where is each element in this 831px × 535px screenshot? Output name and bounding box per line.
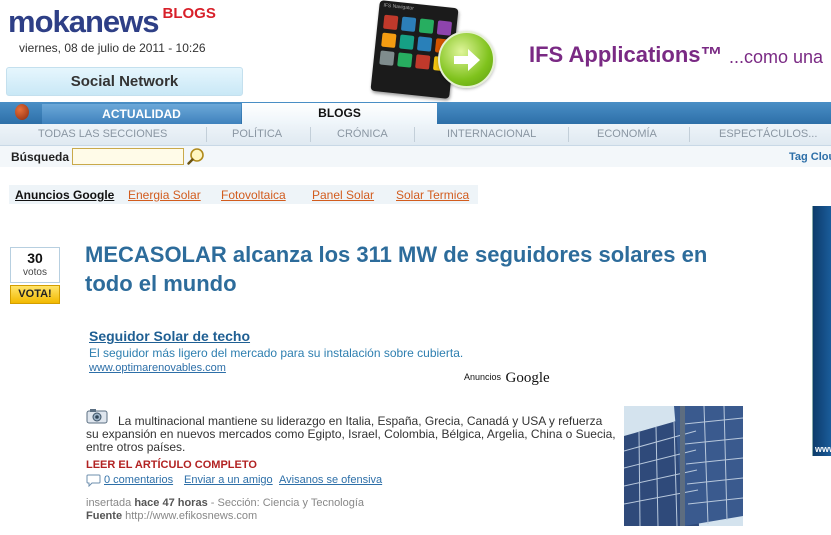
- read-more-link[interactable]: LEER EL ARTÍCULO COMPLETO: [86, 459, 257, 471]
- social-network-button[interactable]: Social Network: [6, 67, 243, 96]
- search-icon[interactable]: [187, 147, 205, 165]
- section-politica[interactable]: POLÍTICA: [232, 128, 282, 140]
- google-link-solar-termica[interactable]: Solar Termica: [396, 188, 469, 202]
- vote-button[interactable]: VOTA!: [10, 285, 60, 304]
- section-divider: [206, 127, 207, 142]
- section-espectaculos[interactable]: ESPECTÁCULOS...: [719, 128, 817, 140]
- tag-cloud-link[interactable]: Tag Clou: [789, 151, 831, 163]
- section-divider: [414, 127, 415, 142]
- google-ads-label-big: Google: [505, 370, 550, 386]
- search-input[interactable]: [72, 148, 184, 165]
- tab-blogs[interactable]: BLOGS: [242, 103, 437, 124]
- google-link-panel-solar[interactable]: Panel Solar: [312, 188, 374, 202]
- google-ads-label[interactable]: Anuncios Google: [464, 369, 550, 387]
- meta-inserted-label: insertada: [86, 497, 132, 509]
- google-ad-title[interactable]: Seguidor Solar de techo: [89, 328, 250, 344]
- google-ads-label-small: Anuncios: [464, 372, 502, 382]
- logo-wordmark: mokanews: [8, 4, 160, 39]
- meta-source-url[interactable]: http://www.efikosnews.com: [125, 510, 257, 522]
- section-internacional[interactable]: INTERNACIONAL: [447, 128, 536, 140]
- arrow-right-icon[interactable]: [438, 31, 495, 88]
- tab-actualidad[interactable]: ACTUALIDAD: [42, 104, 241, 124]
- meta-source-label: Fuente: [86, 510, 123, 522]
- side-ad-text: www: [815, 444, 831, 454]
- page: mokanews BLOGS viernes, 08 de julio de 20…: [0, 0, 831, 535]
- article-source: Fuente http://www.efikosnews.com: [86, 510, 257, 522]
- google-ad-description: El seguidor más ligero del mercado para …: [89, 346, 464, 360]
- google-link-energia-solar[interactable]: Energia Solar: [128, 188, 201, 202]
- comment-icon[interactable]: [86, 474, 101, 487]
- ad-title: IFS Applications™: [529, 42, 723, 67]
- report-offensive-link[interactable]: Avisanos se ofensiva: [279, 474, 382, 486]
- section-economia[interactable]: ECONOMÍA: [597, 128, 657, 140]
- logo-blogs-label: BLOGS: [162, 5, 216, 22]
- solar-panel-image[interactable]: [624, 406, 743, 526]
- ad-tagline: ...como una: [729, 47, 824, 67]
- search-label: Búsqueda: [11, 150, 70, 164]
- home-ball-icon[interactable]: [15, 104, 29, 120]
- article-headline[interactable]: MECASOLAR alcanza los 311 MW de seguidor…: [85, 240, 745, 298]
- comments-link[interactable]: 0 comentarios: [104, 474, 173, 486]
- article-meta: insertada hace 47 horas - Sección: Cienc…: [86, 497, 364, 509]
- vote-label: votos: [23, 267, 47, 278]
- current-date: viernes, 08 de julio de 2011 - 10:26: [19, 41, 206, 55]
- banner-ad[interactable]: IFS Navigator IFS Applications™ ...como …: [365, 0, 831, 99]
- section-todas[interactable]: TODAS LAS SECCIONES: [38, 128, 167, 140]
- section-divider: [568, 127, 569, 142]
- vote-count: 30: [27, 250, 43, 266]
- site-logo[interactable]: mokanews BLOGS: [8, 4, 216, 39]
- send-to-friend-link[interactable]: Enviar a un amigo: [184, 474, 273, 486]
- section-divider: [689, 127, 690, 142]
- meta-inserted-time: hace 47 horas: [134, 497, 208, 509]
- vote-counter: 30 votos: [10, 247, 60, 283]
- article-summary: La multinacional mantiene su liderazgo e…: [86, 414, 616, 454]
- google-ad-url[interactable]: www.optimarenovables.com: [89, 362, 226, 374]
- google-link-fotovoltaica[interactable]: Fotovoltaica: [221, 188, 286, 202]
- google-links-title[interactable]: Anuncios Google: [15, 188, 114, 202]
- section-cronica[interactable]: CRÓNICA: [337, 128, 388, 140]
- meta-section: - Sección: Ciencia y Tecnología: [210, 497, 365, 509]
- side-ad[interactable]: www: [812, 206, 831, 456]
- section-divider: [310, 127, 311, 142]
